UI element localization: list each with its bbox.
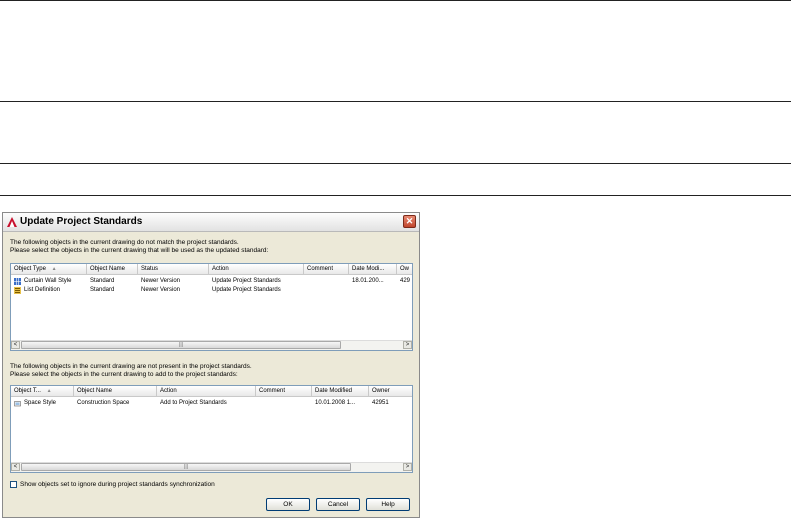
cell-date-modified: 18.01.200... xyxy=(352,278,384,284)
separator-line-2 xyxy=(0,101,791,102)
column-header-owner[interactable]: Ow xyxy=(397,264,412,274)
horizontal-scrollbar[interactable]: < ||| > xyxy=(11,340,412,350)
column-header-comment[interactable]: Comment xyxy=(304,264,349,274)
scroll-left-button[interactable]: < xyxy=(11,463,20,471)
column-header-comment[interactable]: Comment xyxy=(256,386,312,396)
cell-object-name: Standard xyxy=(90,278,115,284)
column-header-owner[interactable]: Owner xyxy=(369,386,412,396)
horizontal-scrollbar[interactable]: < ||| > xyxy=(11,462,412,472)
sort-ascending-icon: ▲ xyxy=(46,388,52,394)
missing-objects-list[interactable]: Object T... ▲ Object Name Action Comment… xyxy=(10,385,413,473)
scroll-left-button[interactable]: < xyxy=(11,341,20,349)
cell-object-type: Curtain Wall Style xyxy=(24,278,72,284)
separator-line-4 xyxy=(0,195,791,196)
separator-line-1 xyxy=(0,0,791,1)
intro-text-line2: Please select the objects in the current… xyxy=(10,247,269,254)
cell-date-modified: 10.01.2008 1... xyxy=(315,400,356,406)
column-header-object-type[interactable]: Object Type ▲ xyxy=(11,264,87,274)
close-button[interactable]: ✕ xyxy=(403,215,416,228)
cancel-button[interactable]: Cancel xyxy=(316,498,360,511)
curtain-wall-style-icon xyxy=(14,278,21,285)
cell-object-name: Construction Space xyxy=(77,400,130,406)
scroll-right-button[interactable]: > xyxy=(403,341,412,349)
list-header: Object T... ▲ Object Name Action Comment… xyxy=(11,386,412,397)
autocad-app-icon xyxy=(7,217,17,227)
intro-text-line1: The following objects in the current dra… xyxy=(10,239,239,246)
cell-comment[interactable] xyxy=(304,277,349,286)
cell-object-name: Standard xyxy=(90,287,115,293)
dialog-title: Update Project Standards xyxy=(20,216,143,227)
list-header: Object Type ▲ Object Name Status Action … xyxy=(11,264,412,275)
close-icon: ✕ xyxy=(405,216,414,226)
column-header-date-modified[interactable]: Date Modified xyxy=(312,386,369,396)
cell-status: Newer Version xyxy=(141,287,181,293)
space-style-icon xyxy=(14,401,21,407)
show-ignored-objects-checkbox[interactable] xyxy=(10,481,17,488)
cell-comment[interactable] xyxy=(304,286,349,295)
cell-object-type: List Definition xyxy=(24,287,61,293)
sort-ascending-icon: ▲ xyxy=(51,266,57,272)
separator-line-3 xyxy=(0,163,791,164)
cell-date-modified xyxy=(349,286,397,295)
scroll-right-button[interactable]: > xyxy=(403,463,412,471)
table-row[interactable]: Curtain Wall Style Standard Newer Versio… xyxy=(11,277,412,286)
scroll-thumb[interactable]: ||| xyxy=(21,341,341,349)
update-project-standards-dialog: Update Project Standards ✕ The following… xyxy=(2,212,420,518)
cell-object-type: Space Style xyxy=(24,400,57,406)
list-definition-icon xyxy=(14,287,21,294)
table-row[interactable]: Space Style Construction Space Add to Pr… xyxy=(11,399,412,408)
dialog-titlebar[interactable]: Update Project Standards ✕ xyxy=(3,213,419,232)
column-header-status[interactable]: Status xyxy=(138,264,209,274)
cell-comment[interactable] xyxy=(256,399,312,408)
cell-status: Newer Version xyxy=(141,278,181,284)
section2-text-line1: The following objects in the current dra… xyxy=(10,363,252,370)
cell-action[interactable]: Update Project Standards xyxy=(209,286,304,295)
mismatched-objects-list[interactable]: Object Type ▲ Object Name Status Action … xyxy=(10,263,413,351)
ok-button[interactable]: OK xyxy=(266,498,310,511)
table-row[interactable]: List Definition Standard Newer Version U… xyxy=(11,286,412,295)
column-header-object-name[interactable]: Object Name xyxy=(87,264,138,274)
scroll-thumb[interactable]: ||| xyxy=(21,463,351,471)
column-header-date-modified[interactable]: Date Modi... xyxy=(349,264,397,274)
cell-owner xyxy=(397,286,412,295)
column-header-action[interactable]: Action xyxy=(209,264,304,274)
show-ignored-objects-label[interactable]: Show objects set to ignore during projec… xyxy=(20,481,215,488)
column-header-object-type[interactable]: Object T... ▲ xyxy=(11,386,74,396)
cell-owner: 42951 xyxy=(372,400,389,406)
cell-owner: 429 xyxy=(400,278,411,284)
column-header-object-name[interactable]: Object Name xyxy=(74,386,157,396)
section2-text-line2: Please select the objects in the current… xyxy=(10,371,238,378)
column-header-action[interactable]: Action xyxy=(157,386,256,396)
cell-action[interactable]: Add to Project Standards xyxy=(157,399,256,408)
cell-action[interactable]: Update Project Standards xyxy=(209,277,304,286)
help-button[interactable]: Help xyxy=(366,498,410,511)
